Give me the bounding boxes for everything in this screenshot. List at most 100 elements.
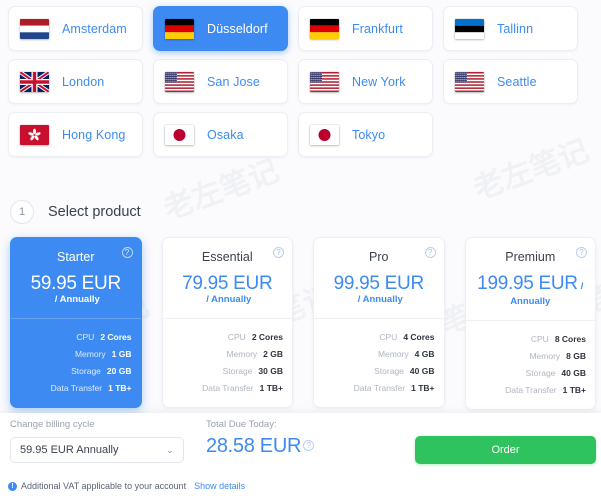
plan-name: Premium — [505, 250, 556, 264]
info-icon: ! — [8, 481, 17, 491]
spec-key: Data Transfer — [202, 382, 254, 393]
location-card-seattle[interactable]: Seattle — [443, 59, 578, 104]
order-page: 老左笔记 老左笔记 老左笔记 老左笔记 老左笔记 老左笔记 老左笔记 老左笔记 … — [0, 0, 601, 500]
spec-value: 40 GB — [561, 367, 586, 378]
spec-value: 1 TB+ — [562, 384, 586, 395]
location-grid: Amsterdam Düsseldorf Frankfurt Tallinn Londo… — [8, 6, 596, 157]
spec-key: Storage — [222, 365, 253, 376]
jp-flag-icon — [165, 124, 194, 145]
spec-value: 1 GB — [111, 348, 132, 359]
location-label: Frankfurt — [352, 21, 403, 36]
location-card-tokyo[interactable]: Tokyo — [298, 112, 433, 157]
location-label: Amsterdam — [62, 21, 127, 36]
spec-key: CPU — [76, 331, 95, 342]
watermark: 老左笔记 — [158, 153, 284, 228]
plan-price: 59.95 EUR — [30, 273, 122, 294]
plan-specs: CPU 8 Cores Memory 8 GB Storage 40 GB Data Tra… — [466, 321, 596, 409]
step-number-badge: 1 — [10, 200, 34, 224]
spec-row: CPU 8 Cores — [475, 333, 586, 344]
step-header: 1 Select product — [10, 200, 141, 224]
location-card-london[interactable]: London — [8, 59, 143, 104]
plan-billing-cycle: / Annually — [54, 293, 100, 305]
spec-value: 1 TB+ — [259, 382, 283, 393]
plan-header: Starter 59.95 EUR / Annually — [11, 238, 141, 318]
spec-key: Data Transfer — [505, 384, 557, 395]
spec-key: CPU — [530, 333, 549, 344]
spec-value: 8 Cores — [554, 333, 586, 344]
spec-value: 2 GB — [263, 348, 283, 359]
help-icon[interactable]: ? — [424, 247, 436, 258]
plan-specs: CPU 2 Cores Memory 1 GB Storage 20 GB Data Tra… — [11, 319, 141, 407]
spec-key: Memory — [226, 348, 258, 359]
plan-card-starter[interactable]: ? Starter 59.95 EUR / Annually CPU 2 Cores Mem… — [10, 237, 142, 408]
spec-value: 1 TB+ — [108, 382, 132, 393]
spec-row: Data Transfer 1 TB+ — [475, 384, 586, 395]
location-label: New York — [352, 74, 406, 89]
spec-value: 2 Cores — [100, 331, 132, 342]
plan-price-row: 59.95 EUR / Annually — [19, 273, 133, 305]
spec-value: 8 GB — [566, 350, 586, 361]
plan-price: 99.95 EUR — [333, 273, 425, 294]
spec-key: Storage — [71, 365, 101, 376]
location-label: London — [62, 74, 105, 89]
page-title: Select product — [48, 204, 141, 220]
location-card-san-jose[interactable]: San Jose — [153, 59, 288, 104]
spec-value: 40 GB — [409, 365, 435, 376]
billing-cycle-value: 59.95 EUR Annually — [20, 444, 119, 456]
spec-key: Memory — [377, 348, 409, 359]
plan-billing-cycle: / Annually — [357, 293, 403, 305]
de-flag-icon — [310, 18, 339, 39]
location-card-hong-kong[interactable]: Hong Kong — [8, 112, 143, 157]
plan-price: 79.95 EUR — [182, 273, 273, 294]
location-card-frankfurt[interactable]: Frankfurt — [298, 6, 433, 51]
order-button[interactable]: Order — [415, 436, 596, 464]
location-card-osaka[interactable]: Osaka — [153, 112, 288, 157]
spec-key: Storage — [525, 367, 556, 378]
plan-name: Pro — [369, 250, 389, 264]
plan-card-essential[interactable]: ? Essential 79.95 EUR / Annually CPU 2 Cores M… — [161, 237, 293, 408]
billing-cycle-select[interactable]: 59.95 EUR Annually — [10, 437, 184, 463]
location-label: Tokyo — [352, 127, 386, 142]
help-icon[interactable]: ? — [576, 247, 587, 258]
plan-card-pro[interactable]: ? Pro 99.95 EUR / Annually CPU 4 Cores Memory 4… — [313, 237, 445, 408]
location-label: Hong Kong — [62, 127, 126, 142]
spec-key: Data Transfer — [50, 382, 103, 393]
plan-price-row: 79.95 EUR / Annually — [171, 273, 285, 305]
spec-row: CPU 2 Cores — [172, 331, 283, 342]
nl-flag-icon — [20, 18, 49, 39]
show-details-link[interactable]: Show details — [194, 481, 245, 491]
spec-row: Data Transfer 1 TB+ — [323, 383, 435, 393]
spec-value: 30 GB — [258, 365, 283, 376]
help-icon[interactable]: ? — [303, 440, 315, 451]
help-icon[interactable]: ? — [273, 247, 284, 258]
spec-value: 4 GB — [414, 348, 435, 359]
location-label: Tallinn — [497, 21, 534, 36]
plan-billing-cycle-wrapped: Annually — [510, 295, 551, 307]
spec-key: CPU — [227, 331, 246, 342]
location-card-düsseldorf[interactable]: Düsseldorf — [153, 6, 288, 51]
us-flag-icon — [455, 71, 484, 92]
spec-row: Memory 1 GB — [20, 349, 132, 359]
plan-specs: CPU 4 Cores Memory 4 GB Storage 40 GB Data Tra… — [314, 319, 444, 407]
spec-row: CPU 2 Cores — [20, 331, 132, 342]
spec-row: Memory 8 GB — [475, 350, 586, 361]
plan-header: Pro 99.95 EUR / Annually — [314, 238, 444, 318]
help-icon[interactable]: ? — [121, 247, 133, 258]
location-label: San Jose — [207, 74, 260, 89]
spec-value: 1 TB+ — [411, 382, 435, 393]
spec-row: Data Transfer 1 TB+ — [172, 382, 283, 393]
location-card-tallinn[interactable]: Tallinn — [443, 6, 578, 51]
spec-value: 4 Cores — [403, 331, 435, 342]
total-due-label: Total Due Today: — [206, 419, 277, 430]
location-card-new-york[interactable]: New York — [298, 59, 433, 104]
spec-row: Data Transfer 1 TB+ — [20, 383, 132, 393]
plan-card-premium[interactable]: ? Premium 199.95 EUR / Annually CPU 8 Cores Mem… — [464, 237, 596, 410]
location-card-amsterdam[interactable]: Amsterdam — [8, 6, 143, 51]
plan-billing-cycle: / — [580, 281, 584, 292]
spec-value: 20 GB — [106, 365, 132, 376]
hk-flag-icon — [20, 124, 49, 145]
de-flag-icon — [165, 18, 194, 39]
location-label: Düsseldorf — [207, 21, 268, 36]
spec-row: Memory 4 GB — [323, 349, 435, 359]
plan-name: Essential — [201, 250, 253, 264]
